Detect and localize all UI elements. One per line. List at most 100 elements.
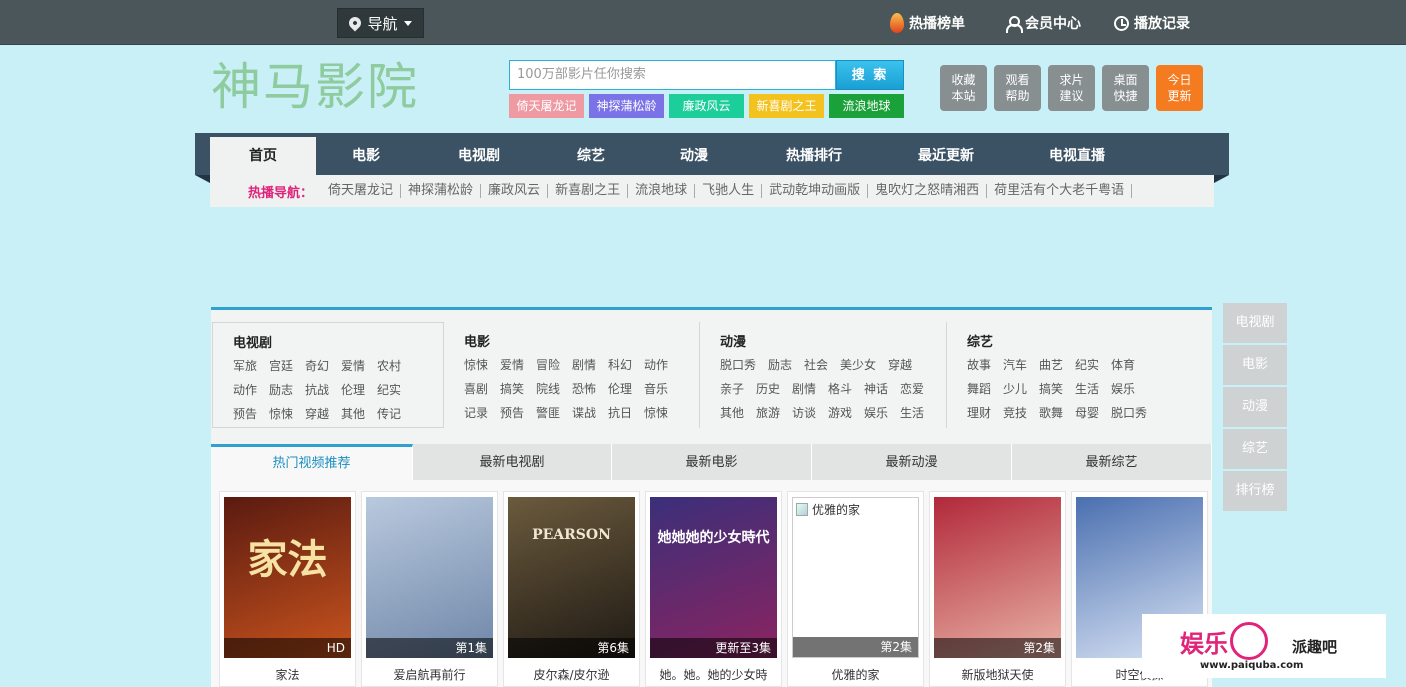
hot-tag[interactable]: 神探蒲松龄 [589, 94, 664, 118]
hot-tag[interactable]: 廉政风云 [669, 94, 744, 118]
category-item[interactable]: 脱口秀 [720, 356, 756, 373]
side-float-button[interactable]: 排行榜 [1223, 471, 1287, 511]
category-item[interactable]: 歌舞 [1039, 404, 1063, 421]
video-title[interactable]: 优雅的家 [788, 666, 923, 683]
hot-nav-item[interactable]: 荷里活有个大老千粤语 [987, 184, 1133, 198]
site-logo[interactable]: 神马影院 [211, 56, 419, 118]
video-tab[interactable]: 热门视频推荐 [211, 444, 413, 480]
category-item[interactable]: 汽车 [1003, 356, 1027, 373]
category-item[interactable]: 奇幻 [305, 357, 329, 374]
category-item[interactable]: 社会 [804, 356, 828, 373]
category-item[interactable]: 生活 [1075, 380, 1099, 397]
hot-nav-item[interactable]: 飞驰人生 [695, 184, 763, 198]
category-item[interactable]: 宫廷 [269, 357, 293, 374]
video-card[interactable]: 优雅的家 第2集优雅的家 [787, 491, 924, 687]
hot-nav-item[interactable]: 新喜剧之王 [548, 184, 629, 198]
category-item[interactable]: 惊悚 [644, 404, 668, 421]
nav-dropdown-button[interactable]: 导航 [337, 8, 424, 38]
category-item[interactable]: 生活 [900, 404, 924, 421]
category-item[interactable]: 抗日 [608, 404, 632, 421]
category-item[interactable]: 传记 [377, 405, 401, 422]
video-poster[interactable]: 她她她的少女時代 更新至3集 [650, 497, 777, 658]
category-item[interactable]: 旅游 [756, 404, 780, 421]
nav-item[interactable]: 热播排行 [748, 137, 880, 175]
hot-nav-item[interactable]: 武动乾坤动画版 [762, 184, 869, 198]
category-item[interactable]: 冒险 [536, 356, 560, 373]
category-item[interactable]: 预告 [233, 405, 257, 422]
hot-nav-item[interactable]: 廉政风云 [481, 184, 549, 198]
video-tab[interactable]: 最新综艺 [1012, 444, 1212, 480]
video-poster[interactable]: PEARSON 第6集 [508, 497, 635, 658]
side-float-button[interactable]: 电影 [1223, 345, 1287, 385]
category-item[interactable]: 其他 [720, 404, 744, 421]
category-item[interactable]: 美少女 [840, 356, 876, 373]
category-item[interactable]: 格斗 [828, 380, 852, 397]
category-item[interactable]: 记录 [464, 404, 488, 421]
category-item[interactable]: 爱情 [500, 356, 524, 373]
category-item[interactable]: 体育 [1111, 356, 1135, 373]
category-item[interactable]: 穿越 [305, 405, 329, 422]
category-item[interactable]: 农村 [377, 357, 401, 374]
video-card[interactable]: 第2集新版地狱天使 [929, 491, 1066, 687]
video-card[interactable]: 家法 HD 家法 [219, 491, 356, 687]
category-item[interactable]: 伦理 [341, 381, 365, 398]
video-title[interactable]: 新版地狱天使 [930, 666, 1065, 683]
category-item[interactable]: 母婴 [1075, 404, 1099, 421]
category-item[interactable]: 军旅 [233, 357, 257, 374]
hot-nav-item[interactable]: 流浪地球 [628, 184, 696, 198]
category-item[interactable]: 剧情 [572, 356, 596, 373]
category-title[interactable]: 综艺 [967, 331, 993, 350]
category-item[interactable]: 纪实 [377, 381, 401, 398]
category-item[interactable]: 剧情 [792, 380, 816, 397]
category-item[interactable]: 音乐 [644, 380, 668, 397]
video-tab[interactable]: 最新电视剧 [413, 444, 612, 480]
video-poster[interactable]: 第2集 [934, 497, 1061, 658]
video-title[interactable]: 她。她。她的少女時 [646, 666, 781, 683]
category-item[interactable]: 竞技 [1003, 404, 1027, 421]
hot-list-link[interactable]: 热播榜单 [890, 12, 965, 34]
category-item[interactable]: 穿越 [888, 356, 912, 373]
category-item[interactable]: 舞蹈 [967, 380, 991, 397]
nav-item[interactable]: 电影 [316, 137, 416, 175]
video-card[interactable]: PEARSON 第6集 皮尔森/皮尔逊 [503, 491, 640, 687]
category-item[interactable]: 历史 [756, 380, 780, 397]
category-item[interactable]: 故事 [967, 356, 991, 373]
nav-item[interactable]: 首页 [210, 137, 316, 175]
search-button[interactable]: 搜 索 [836, 60, 904, 90]
header-action-button[interactable]: 求片 建议 [1048, 65, 1095, 111]
category-item[interactable]: 恐怖 [572, 380, 596, 397]
category-item[interactable]: 游戏 [828, 404, 852, 421]
hot-tag[interactable]: 倚天屠龙记 [509, 94, 584, 118]
category-item[interactable]: 理财 [967, 404, 991, 421]
hot-tag[interactable]: 流浪地球 [829, 94, 904, 118]
category-item[interactable]: 科幻 [608, 356, 632, 373]
video-tab[interactable]: 最新电影 [612, 444, 812, 480]
category-item[interactable]: 院线 [536, 380, 560, 397]
header-action-button[interactable]: 观看 帮助 [994, 65, 1041, 111]
category-item[interactable]: 亲子 [720, 380, 744, 397]
side-float-button[interactable]: 动漫 [1223, 387, 1287, 427]
play-history-link[interactable]: 播放记录 [1114, 12, 1190, 34]
header-action-button[interactable]: 桌面 快捷 [1102, 65, 1149, 111]
category-item[interactable]: 其他 [341, 405, 365, 422]
category-title[interactable]: 动漫 [720, 331, 746, 350]
nav-item[interactable]: 最近更新 [880, 137, 1012, 175]
category-title[interactable]: 电影 [464, 331, 490, 350]
video-poster[interactable]: 家法 HD [224, 497, 351, 658]
video-tab[interactable]: 最新动漫 [812, 444, 1012, 480]
video-card[interactable]: 第1集 爱启航再前行 [361, 491, 498, 687]
nav-item[interactable]: 电视剧 [416, 137, 542, 175]
hot-nav-item[interactable]: 倚天屠龙记 [321, 184, 402, 198]
side-float-button[interactable]: 综艺 [1223, 429, 1287, 469]
video-title[interactable]: 爱启航再前行 [362, 666, 497, 683]
video-title[interactable]: 家法 [220, 666, 355, 683]
nav-item[interactable]: 动漫 [640, 137, 748, 175]
category-item[interactable]: 预告 [500, 404, 524, 421]
hot-tag[interactable]: 新喜剧之王 [749, 94, 824, 118]
video-poster[interactable]: 优雅的家 第2集 [792, 497, 919, 658]
category-item[interactable]: 抗战 [305, 381, 329, 398]
category-item[interactable]: 惊悚 [464, 356, 488, 373]
category-item[interactable]: 娱乐 [1111, 380, 1135, 397]
header-action-button[interactable]: 今日 更新 [1156, 65, 1203, 111]
header-action-button[interactable]: 收藏 本站 [940, 65, 987, 111]
